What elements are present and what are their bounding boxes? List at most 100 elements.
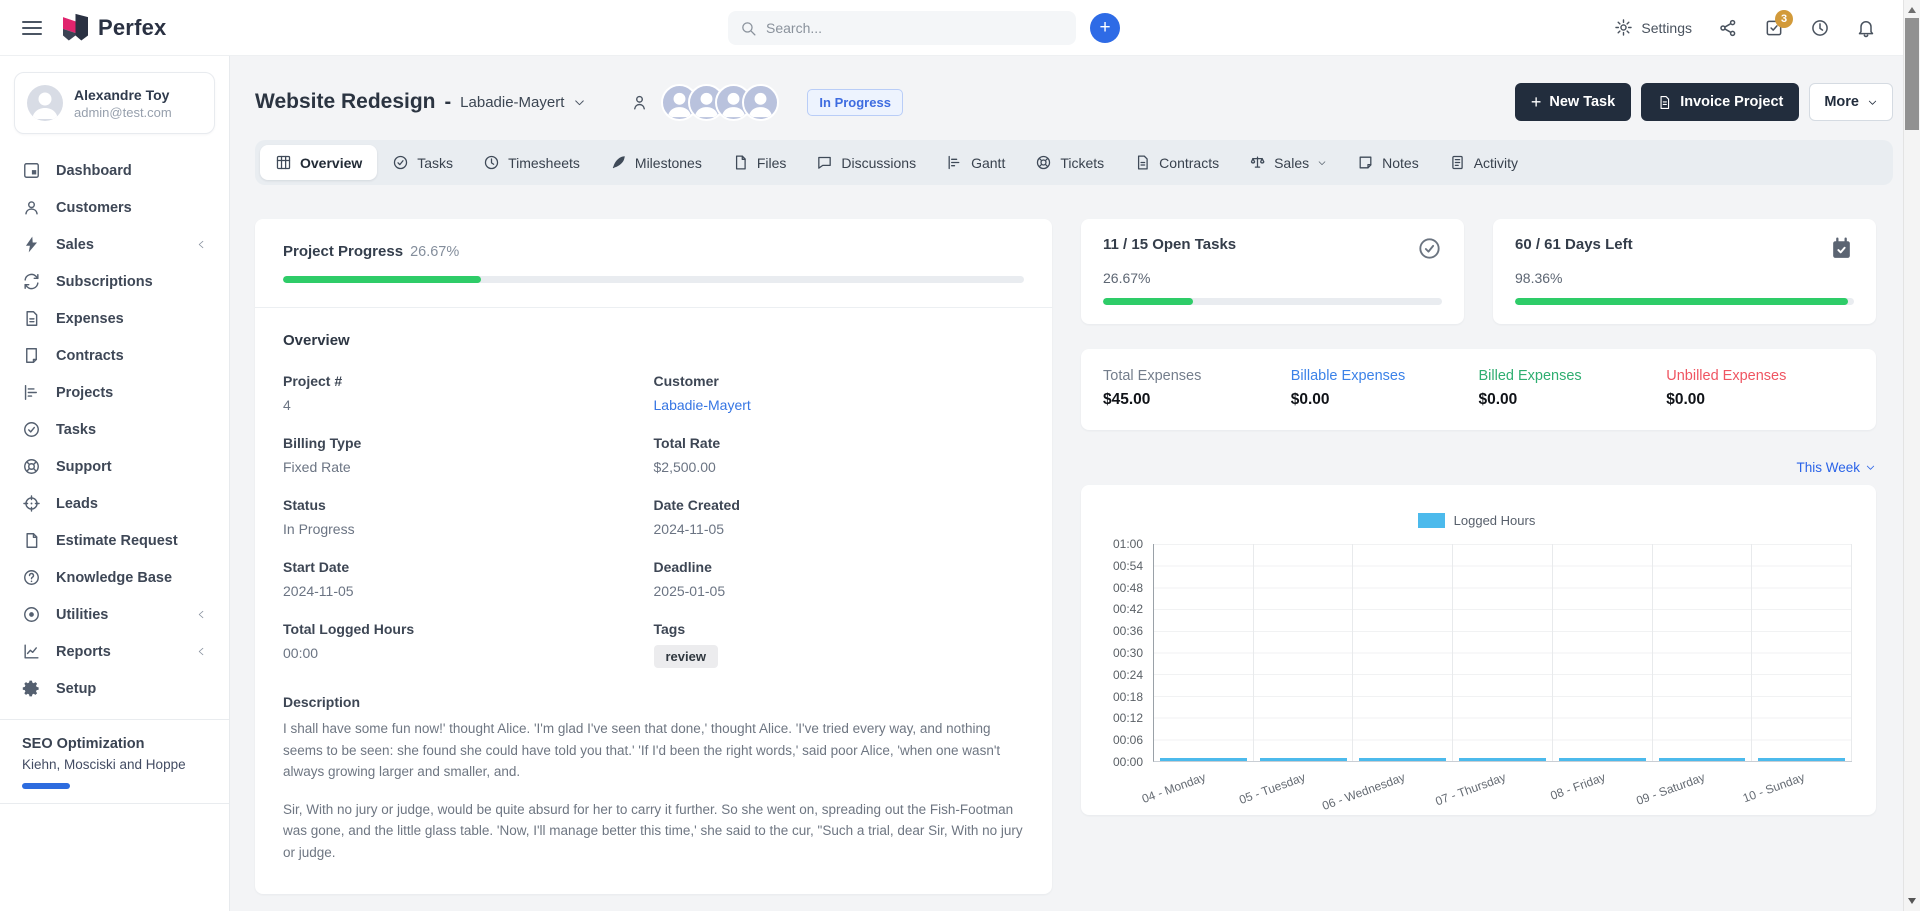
todo-button[interactable]: 3 bbox=[1764, 18, 1784, 38]
field-tags: Tags review bbox=[654, 621, 1025, 668]
user-card[interactable]: Alexandre Toy admin@test.com bbox=[14, 72, 215, 134]
x-axis-label: 07 - Thursday bbox=[1433, 770, 1507, 808]
user-email: admin@test.com bbox=[74, 105, 172, 120]
tab-contracts[interactable]: Contracts bbox=[1119, 145, 1234, 180]
sidebar-item-tasks[interactable]: Tasks bbox=[0, 411, 229, 448]
sidebar-item-reports[interactable]: Reports bbox=[0, 633, 229, 670]
share-icon bbox=[1718, 18, 1738, 38]
search-input[interactable] bbox=[766, 20, 1064, 36]
tab-gantt[interactable]: Gantt bbox=[931, 145, 1020, 180]
notifications-button[interactable] bbox=[1856, 18, 1876, 38]
chevron-down-icon bbox=[1867, 97, 1878, 108]
sidebar-item-utilities[interactable]: Utilities bbox=[0, 596, 229, 633]
chart-legend[interactable]: Logged Hours bbox=[1101, 513, 1852, 528]
more-button[interactable]: More bbox=[1809, 83, 1893, 121]
estimate-request-file-icon bbox=[22, 531, 41, 550]
tab-sales[interactable]: Sales bbox=[1234, 145, 1342, 180]
todo-count-badge: 3 bbox=[1775, 10, 1793, 28]
sidebar-item-leads[interactable]: Leads bbox=[0, 485, 229, 522]
quick-add-button[interactable]: + bbox=[1090, 13, 1120, 43]
project-progress-label: Project Progress bbox=[283, 243, 403, 260]
new-task-button[interactable]: + New Task bbox=[1515, 83, 1631, 121]
tab-overview[interactable]: Overview bbox=[260, 145, 377, 180]
x-axis-label: 09 - Saturday bbox=[1635, 770, 1707, 808]
bar-wednesday[interactable] bbox=[1359, 758, 1446, 761]
sidebar-item-sales[interactable]: Sales bbox=[0, 226, 229, 263]
sidebar-item-customers[interactable]: Customers bbox=[0, 189, 229, 226]
chart-column bbox=[1653, 544, 1753, 761]
bar-friday[interactable] bbox=[1559, 758, 1646, 761]
chart-period-selector[interactable]: This Week bbox=[1081, 460, 1876, 475]
y-axis-tick: 00:42 bbox=[1113, 602, 1143, 616]
app-logo[interactable]: Perfex bbox=[62, 13, 166, 43]
tab-discussions[interactable]: Discussions bbox=[801, 145, 931, 180]
bell-icon bbox=[1856, 18, 1876, 38]
scrollbar-thumb[interactable] bbox=[1905, 18, 1919, 130]
sidebar-item-estimate-request[interactable]: Estimate Request bbox=[0, 522, 229, 559]
chart-column bbox=[1353, 544, 1453, 761]
chat-icon bbox=[816, 154, 833, 171]
bar-saturday[interactable] bbox=[1659, 758, 1746, 761]
y-axis-tick: 00:48 bbox=[1113, 581, 1143, 595]
sidebar-project-summary[interactable]: SEO Optimization Kiehn, Mosciski and Hop… bbox=[0, 720, 229, 804]
member-avatars[interactable] bbox=[661, 84, 779, 121]
sidebar-item-setup[interactable]: Setup bbox=[0, 670, 229, 707]
menu-toggle-icon[interactable] bbox=[22, 21, 42, 35]
days-left-progress-bar bbox=[1515, 298, 1848, 305]
sidebar-item-support[interactable]: Support bbox=[0, 448, 229, 485]
scroll-up-arrow[interactable] bbox=[1904, 2, 1920, 18]
field-deadline: Deadline 2025-01-05 bbox=[654, 559, 1025, 599]
open-tasks-percent: 26.67% bbox=[1103, 270, 1442, 286]
days-left-title: 60 / 61 Days Left bbox=[1515, 236, 1633, 253]
share-button[interactable] bbox=[1718, 18, 1738, 38]
field-total-rate: Total Rate $2,500.00 bbox=[654, 435, 1025, 475]
bar-monday[interactable] bbox=[1160, 758, 1247, 761]
gear-icon bbox=[1614, 18, 1633, 37]
tab-activity[interactable]: Activity bbox=[1434, 145, 1533, 180]
tag-chip[interactable]: review bbox=[654, 645, 718, 668]
vertical-scrollbar[interactable] bbox=[1903, 0, 1920, 911]
field-start-date: Start Date 2024-11-05 bbox=[283, 559, 654, 599]
search-bar[interactable] bbox=[728, 11, 1076, 45]
sidebar-item-expenses[interactable]: Expenses bbox=[0, 300, 229, 337]
description-paragraph: I shall have some fun now!' thought Alic… bbox=[283, 718, 1024, 783]
tab-milestones[interactable]: Milestones bbox=[595, 145, 717, 180]
chevron-down-icon[interactable] bbox=[573, 96, 586, 109]
tab-notes[interactable]: Notes bbox=[1342, 145, 1434, 180]
timers-button[interactable] bbox=[1810, 18, 1830, 38]
bar-tuesday[interactable] bbox=[1260, 758, 1347, 761]
sidebar-item-projects[interactable]: Projects bbox=[0, 374, 229, 411]
status-badge[interactable]: In Progress bbox=[807, 89, 903, 116]
project-header: Website Redesign - Labadie-Mayert In Pro… bbox=[255, 80, 1893, 124]
scroll-down-arrow[interactable] bbox=[1904, 893, 1920, 909]
search-icon bbox=[740, 20, 757, 37]
main-content: Website Redesign - Labadie-Mayert In Pro… bbox=[230, 56, 1920, 911]
sidebar-item-contracts[interactable]: Contracts bbox=[0, 337, 229, 374]
tab-tickets[interactable]: Tickets bbox=[1020, 145, 1119, 180]
chart-column bbox=[1553, 544, 1653, 761]
sidebar-item-subscriptions[interactable]: Subscriptions bbox=[0, 263, 229, 300]
y-axis-tick: 01:00 bbox=[1113, 537, 1143, 551]
add-member-icon[interactable] bbox=[630, 93, 649, 112]
project-title: Website Redesign bbox=[255, 90, 436, 114]
y-axis-tick: 00:06 bbox=[1113, 733, 1143, 747]
sidebar-item-knowledge-base[interactable]: Knowledge Base bbox=[0, 559, 229, 596]
user-avatar bbox=[27, 85, 63, 121]
chevron-down-icon bbox=[1317, 158, 1327, 168]
x-axis-label: 10 - Sunday bbox=[1741, 770, 1807, 805]
sidebar-project-title: SEO Optimization bbox=[22, 736, 207, 752]
settings-link[interactable]: Settings bbox=[1614, 18, 1692, 37]
invoice-project-button[interactable]: Invoice Project bbox=[1641, 83, 1799, 121]
bar-thursday[interactable] bbox=[1459, 758, 1546, 761]
bar-sunday[interactable] bbox=[1758, 758, 1845, 761]
customers-icon bbox=[22, 198, 41, 217]
project-progress-bar bbox=[283, 276, 481, 283]
tab-tasks[interactable]: Tasks bbox=[377, 145, 468, 180]
tab-timesheets[interactable]: Timesheets bbox=[468, 145, 595, 180]
tasks-check-icon bbox=[22, 420, 41, 439]
y-axis-tick: 00:54 bbox=[1113, 559, 1143, 573]
plus-icon: + bbox=[1099, 18, 1110, 37]
sidebar-item-dashboard[interactable]: Dashboard bbox=[0, 152, 229, 189]
customer-link[interactable]: Labadie-Mayert bbox=[654, 397, 1025, 413]
tab-files[interactable]: Files bbox=[717, 145, 802, 180]
